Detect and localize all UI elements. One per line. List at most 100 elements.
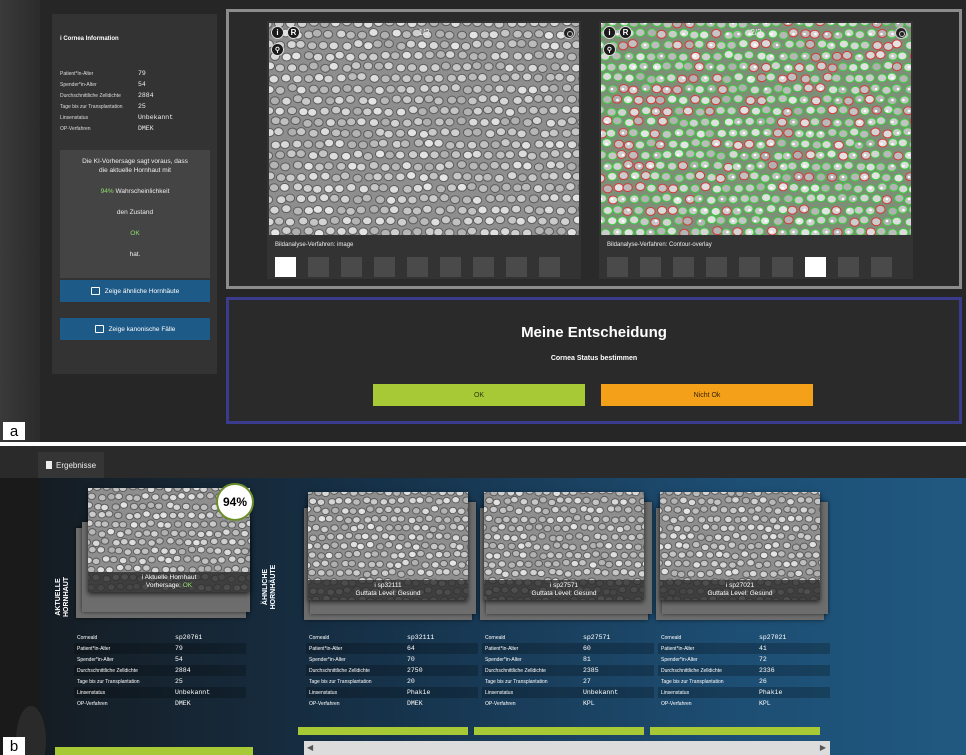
analysis-thumbnail[interactable] — [473, 257, 494, 277]
analysis-thumbnail[interactable] — [506, 257, 527, 277]
analysis-thumbnail[interactable] — [440, 257, 461, 277]
cell-pattern — [601, 23, 911, 235]
card-caption: i sp27571 Guttata Level: Gesund — [484, 580, 644, 600]
page-indicator: 2/2 — [750, 28, 762, 37]
row-value: Phakie — [759, 689, 783, 696]
row-label: Patient*in-Alter — [485, 645, 519, 652]
row-value: 2336 — [759, 667, 775, 674]
analysis-method-label: Bildanalyse-Verfahren: image — [275, 242, 354, 248]
row-value: Unbekannt — [175, 689, 211, 696]
analysis-thumbnail[interactable] — [607, 257, 628, 277]
row-value: sp27021 — [759, 634, 787, 641]
horizontal-scrollbar[interactable]: ◀ ▶ — [304, 741, 830, 755]
similar-corneas-vertical-label: ÄHNLICHE HORNHÄUTE — [262, 564, 277, 610]
panel-a: i Cornea Information Patient*in-Alter 79 … — [0, 0, 966, 442]
analysis-thumbnail[interactable] — [407, 257, 428, 277]
show-canonical-cases-button[interactable]: Zeige kanonische Fälle — [60, 318, 210, 340]
row-value: 64 — [407, 645, 415, 652]
info-value: 2884 — [138, 92, 154, 99]
image-viewer-frame: i R ⚲ 1/2 Bildanalyse-Verfahren: image i… — [226, 9, 962, 289]
info-label: Patient*in-Alter — [60, 70, 94, 77]
ai-prediction-box: Die KI-Vorhersage sagt voraus, dass die … — [60, 150, 210, 278]
analysis-thumbnail[interactable] — [805, 257, 826, 277]
decision-panel: Meine Entscheidung Cornea Status bestimm… — [226, 297, 962, 424]
table-row: Linsenstatus Phakie — [306, 687, 478, 698]
similar-cornea-table: Corneald sp32111 Patient*in-Alter 64 Spender… — [306, 632, 478, 709]
caption-value: OK — [182, 582, 193, 589]
row-label: OP-Verfahren — [661, 700, 692, 707]
row-label: Linsenstatus — [661, 689, 690, 696]
table-row: Corneald sp27571 — [482, 632, 654, 643]
caption-prediction: Vorhersage: OK — [88, 582, 250, 590]
prediction-line: die aktuelle Hornhaut mit — [99, 167, 171, 174]
ok-button[interactable]: OK — [373, 384, 585, 406]
caption-title: i Aktuelle Hornhaut — [141, 574, 197, 581]
analysis-thumbnail[interactable] — [706, 257, 727, 277]
row-value: 20 — [407, 678, 415, 685]
analysis-thumbnail[interactable] — [640, 257, 661, 277]
table-row: OP-Verfahren KPL — [658, 698, 830, 709]
decision-subtitle: Cornea Status bestimmen — [550, 355, 638, 362]
thumbnail-strip — [607, 257, 892, 277]
zoom-icon[interactable]: ⚲ — [271, 43, 284, 56]
row-label: Corneald — [77, 634, 98, 641]
table-row: Tage bis zur Transplantation 25 — [74, 676, 246, 687]
envelope-icon — [94, 325, 104, 333]
row-value: Phakie — [407, 689, 431, 696]
similar-cornea-table: Corneald sp27571 Patient*in-Alter 60 Spender… — [482, 632, 654, 709]
row-value: 41 — [759, 645, 767, 652]
green-action-bar[interactable] — [55, 747, 253, 755]
endothelium-image[interactable] — [269, 23, 579, 235]
analysis-thumbnail[interactable] — [275, 257, 296, 277]
target-icon[interactable] — [895, 27, 907, 39]
analysis-thumbnail[interactable] — [673, 257, 694, 277]
similar-cornea-card[interactable]: i sp32111 Guttata Level: Gesund — [308, 492, 468, 600]
row-value: 60 — [583, 645, 591, 652]
cornea-info-title: i Cornea Information — [60, 36, 119, 42]
table-row: Corneald sp27021 — [658, 632, 830, 643]
current-cornea-table: Corneald sp20761 Patient*in-Alter 79 Spender… — [74, 632, 246, 709]
prediction-line: hat. — [129, 251, 141, 258]
similar-cornea-card[interactable]: i sp27571 Guttata Level: Gesund — [484, 492, 644, 600]
row-label: Tage bis zur Transplantation — [77, 678, 140, 685]
tab-results[interactable]: Ergebnisse — [38, 452, 105, 478]
row-label: Durchschnittliche Zelldichte — [309, 667, 370, 674]
button-label: Zeige ähnliche Hornhäute — [104, 287, 180, 295]
analysis-thumbnail[interactable] — [374, 257, 395, 277]
similar-cornea-card[interactable]: i sp27021 Guttata Level: Gesund — [660, 492, 820, 600]
thumbnail-strip — [275, 257, 560, 277]
analysis-thumbnail[interactable] — [772, 257, 793, 277]
button-label: Zeige kanonische Fälle — [108, 325, 176, 333]
analysis-thumbnail[interactable] — [871, 257, 892, 277]
cards-icon — [90, 287, 100, 295]
info-value: 54 — [138, 81, 146, 88]
table-row: Tage bis zur Transplantation 27 — [482, 676, 654, 687]
row-label: Spender*in-Alter — [485, 656, 522, 663]
card-caption: i Aktuelle Hornhaut Vorhersage: OK — [88, 572, 250, 592]
analysis-thumbnail[interactable] — [341, 257, 362, 277]
table-row: Durchschnittliche Zelldichte 2385 — [482, 665, 654, 676]
row-value: DMEK — [407, 700, 423, 707]
not-ok-button[interactable]: Nicht Ok — [601, 384, 813, 406]
cornea-info-table: Patient*in-Alter 79 Spender*in-Alter 54 Du… — [60, 68, 210, 134]
contour-overlay-image[interactable] — [601, 23, 911, 235]
green-action-bar[interactable] — [474, 727, 644, 735]
row-label: Tage bis zur Transplantation — [309, 678, 372, 685]
analysis-thumbnail[interactable] — [539, 257, 560, 277]
decision-title: Meine Entscheidung — [521, 324, 667, 341]
target-icon[interactable] — [563, 27, 575, 39]
info-row: Linsenstatus Unbekannt — [60, 112, 210, 123]
scroll-right-icon[interactable]: ▶ — [820, 743, 826, 752]
analysis-thumbnail[interactable] — [739, 257, 760, 277]
table-row: Patient*in-Alter 41 — [658, 643, 830, 654]
scroll-left-icon[interactable]: ◀ — [307, 743, 313, 752]
show-similar-corneas-button[interactable]: Zeige ähnliche Hornhäute — [60, 280, 210, 302]
analysis-thumbnail[interactable] — [308, 257, 329, 277]
analysis-thumbnail[interactable] — [838, 257, 859, 277]
card-caption: i sp27021 Guttata Level: Gesund — [660, 580, 820, 600]
green-action-bar[interactable] — [298, 727, 468, 735]
table-row: OP-Verfahren KPL — [482, 698, 654, 709]
info-row: Patient*in-Alter 79 — [60, 68, 210, 79]
green-action-bar[interactable] — [650, 727, 820, 735]
zoom-icon[interactable]: ⚲ — [603, 43, 616, 56]
